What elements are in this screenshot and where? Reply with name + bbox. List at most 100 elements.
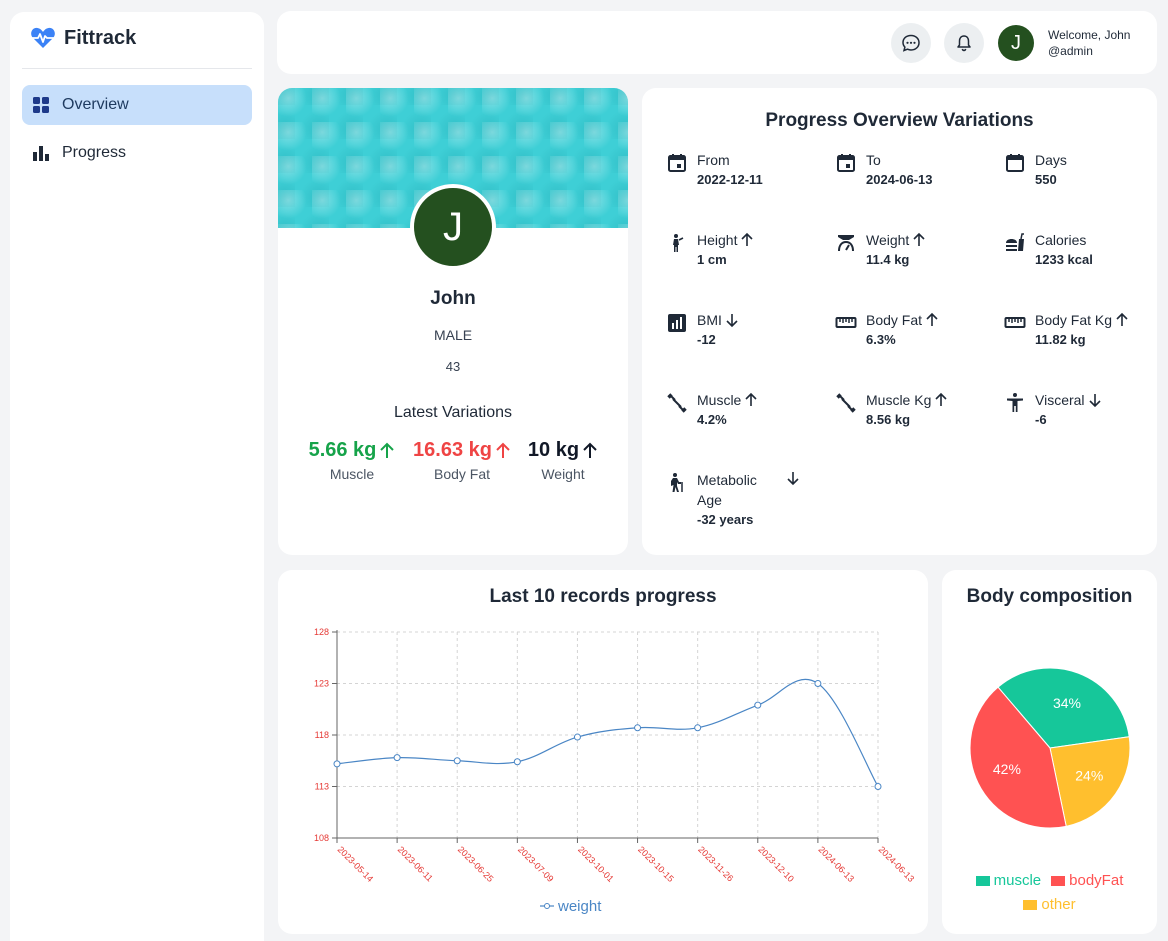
- sidebar: Fittrack Overview Progress: [10, 12, 264, 941]
- data-point: [694, 724, 702, 732]
- overview-value: 11.82 kg: [1035, 332, 1086, 347]
- label-text: Height: [697, 232, 738, 248]
- brand-name: Fittrack: [64, 26, 137, 49]
- overview-value: 4.2%: [697, 412, 727, 427]
- progress-chart-card: Last 10 records progress 108 113 118 123 128…: [278, 570, 928, 934]
- overview-item-metabolic-age: Metabolic Age -32 years: [666, 470, 800, 530]
- sidebar-item-progress[interactable]: Progress: [22, 133, 252, 173]
- data-point: [393, 754, 401, 762]
- overview-label: Muscle: [697, 390, 758, 410]
- overview-value: 1233 kcal: [1035, 252, 1093, 267]
- overview-title: Progress Overview Variations: [765, 110, 1034, 131]
- arrow-up-icon: [913, 232, 925, 246]
- overview-item-height: Height 1 cm: [666, 230, 754, 270]
- x-tick-label: 2023-11-26: [696, 844, 735, 883]
- arrow-up-icon: [496, 442, 510, 458]
- arrow-up-icon: [745, 392, 757, 406]
- series-line-weight: [336, 678, 879, 787]
- overview-value: 2022-12-11: [697, 172, 763, 187]
- sidebar-item-label: Overview: [62, 96, 129, 113]
- notifications-button[interactable]: [944, 23, 984, 63]
- variation-value: 5.66 kg: [298, 439, 406, 462]
- sidebar-item-overview[interactable]: Overview: [22, 85, 252, 125]
- arrow-up-icon: [1116, 312, 1128, 326]
- pie-slice-label: 42%: [993, 761, 1021, 777]
- variation-value-text: 10 kg: [527, 439, 580, 461]
- user-avatar[interactable]: J: [998, 25, 1034, 61]
- label-text: To: [866, 152, 881, 168]
- overview-value: 1 cm: [697, 252, 727, 267]
- x-tick-label: 2023-12-10: [756, 844, 796, 884]
- line-chart: 108 113 118 123 128 2023-05-14 2023-06-11 2023-…: [314, 627, 917, 915]
- data-point: [453, 757, 461, 765]
- ruler-icon: [1004, 317, 1026, 328]
- arrow-up-icon: [935, 392, 947, 406]
- label-text: Body Fat: [866, 312, 923, 328]
- arrow-up-icon: [926, 312, 938, 326]
- welcome-text: Welcome, John: [1048, 28, 1131, 42]
- data-point: [754, 701, 762, 709]
- variation-value-text: 5.66 kg: [308, 439, 377, 461]
- profile-age: 43: [445, 359, 461, 374]
- variation-label: Weight: [541, 466, 585, 482]
- y-tick-label: 118: [315, 730, 329, 740]
- legend-item-muscle[interactable]: muscle: [975, 872, 1041, 889]
- variation-value: 16.63 kg: [406, 439, 518, 462]
- calendar-icon: [837, 154, 855, 172]
- arrow-down-icon: [726, 314, 738, 328]
- profile-gender: MALE: [433, 327, 473, 343]
- overview-item-from: From 2022-12-11: [666, 150, 763, 190]
- variation-label: Muscle: [329, 466, 375, 482]
- overview-value: -6: [1035, 412, 1047, 427]
- divider: [22, 68, 252, 69]
- x-tick-label: 2024-06-13: [877, 844, 917, 884]
- variation-muscle: 5.66 kg Muscle: [298, 439, 406, 482]
- bmi-chart-icon: [668, 314, 686, 332]
- top-header: J Welcome, John @admin: [277, 11, 1157, 74]
- pie-legend-row-2: other: [942, 896, 1157, 913]
- user-info: Welcome, John @admin: [1048, 27, 1130, 59]
- overview-item-muscle-kg: Muscle Kg 8.56 kg: [835, 390, 948, 430]
- legend-item-other[interactable]: other: [1023, 896, 1076, 913]
- overview-item-bmi: BMI -12: [666, 310, 739, 350]
- legend-item-bodyfat[interactable]: bodyFat: [1051, 872, 1123, 889]
- bar-chart-icon: [33, 146, 49, 161]
- progress-overview-card: Progress Overview Variations From 2022-12…: [642, 88, 1157, 555]
- y-tick-label: 128: [314, 627, 329, 637]
- overview-label: Calories: [1035, 230, 1093, 250]
- legend-swatch: [1023, 900, 1038, 911]
- overview-value: -32 years: [697, 512, 754, 527]
- overview-value: 550: [1035, 172, 1057, 187]
- brand[interactable]: Fittrack: [30, 26, 136, 50]
- overview-label: From: [697, 150, 763, 170]
- dumbbell-icon: [667, 393, 687, 413]
- data-point: [874, 783, 882, 790]
- x-tick-label: 2023-06-25: [456, 844, 496, 884]
- label-text: Days: [1035, 152, 1067, 168]
- overview-label: Metabolic Age: [697, 470, 800, 510]
- bell-icon: [957, 35, 971, 52]
- overview-label: BMI: [697, 310, 739, 330]
- ruler-icon: [835, 317, 857, 328]
- label-text: Visceral: [1035, 392, 1085, 408]
- pie-slice-label: 24%: [1075, 768, 1103, 784]
- overview-value: 8.56 kg: [866, 412, 911, 427]
- overview-label: Visceral: [1035, 390, 1102, 410]
- x-tick-label: 2024-06-13: [816, 844, 856, 884]
- x-tick-label: 2023-06-11: [396, 844, 435, 883]
- elderly-icon: [671, 473, 683, 492]
- legend-label: weight: [557, 898, 602, 915]
- label-text: Muscle: [697, 392, 742, 408]
- data-point: [814, 680, 822, 687]
- arrow-up-icon: [380, 442, 395, 458]
- data-point: [634, 724, 642, 732]
- label-text: Calories: [1035, 232, 1087, 248]
- arrow-up-icon: [741, 232, 754, 246]
- overview-item-visceral: Visceral -6: [1004, 390, 1102, 430]
- pie-legend-row-1: muscle bodyFat: [942, 872, 1157, 889]
- legend-label: other: [1041, 896, 1076, 913]
- x-tick-label: 2023-07-09: [516, 844, 556, 884]
- calendar-icon: [668, 154, 686, 172]
- label-text: From: [697, 152, 730, 168]
- messages-button[interactable]: [891, 23, 931, 63]
